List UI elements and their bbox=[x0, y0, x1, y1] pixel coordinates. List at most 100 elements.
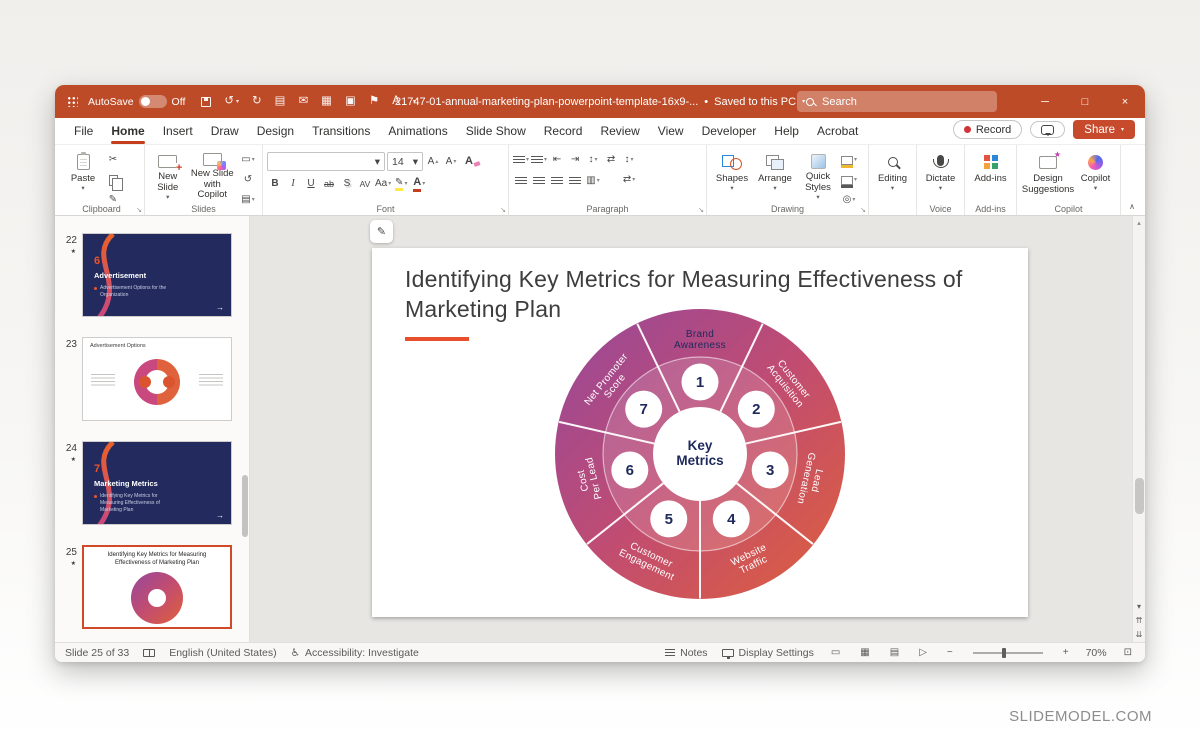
new-slide-copilot-button[interactable]: New Slide with Copilot bbox=[187, 149, 238, 203]
display-settings-button[interactable]: Display Settings bbox=[722, 647, 814, 659]
underline-button[interactable]: U bbox=[303, 176, 319, 192]
scroll-up-icon[interactable]: ▴ bbox=[1133, 219, 1145, 227]
italic-button[interactable]: I bbox=[285, 176, 301, 192]
zoom-slider[interactable] bbox=[973, 652, 1043, 654]
share-button[interactable]: Share▾ bbox=[1073, 120, 1135, 139]
layout-button[interactable]: ▭▾ bbox=[240, 152, 256, 168]
addins-button[interactable]: Add-ins bbox=[969, 149, 1012, 203]
align-left-button[interactable] bbox=[513, 173, 529, 189]
close-button[interactable]: × bbox=[1105, 85, 1145, 118]
new-slide-button[interactable]: New Slide ▾ bbox=[149, 149, 187, 203]
zoom-in-button[interactable]: + bbox=[1060, 647, 1072, 658]
character-spacing-button[interactable]: AV bbox=[357, 176, 373, 192]
reset-button[interactable]: ↺ bbox=[240, 172, 256, 188]
key-metrics-wheel[interactable]: 1BrandAwareness2CustomerAcquisition3Lead… bbox=[550, 304, 850, 604]
arrange-button[interactable]: Arrange ▾ bbox=[753, 149, 797, 203]
text-direction-button[interactable]: ⇄ bbox=[603, 152, 619, 168]
slide-25-editing-surface[interactable]: Identifying Key Metrics for Measuring Ef… bbox=[372, 248, 1028, 617]
canvas-scrollbar-thumb[interactable] bbox=[1135, 478, 1144, 514]
font-dialog-launcher[interactable]: ↘ bbox=[500, 206, 506, 214]
print-button[interactable]: ▤ bbox=[275, 96, 286, 108]
maximize-button[interactable]: □ bbox=[1065, 85, 1105, 118]
redo-button[interactable]: ↻ bbox=[252, 96, 262, 108]
proofing-button[interactable] bbox=[143, 649, 155, 657]
slide-sorter-view-button[interactable]: ▦ bbox=[857, 647, 872, 658]
collapse-ribbon-button[interactable]: ∧ bbox=[1129, 202, 1135, 211]
email-button[interactable]: ✉ bbox=[299, 96, 309, 108]
slideshow-view-button[interactable]: ▷ bbox=[916, 647, 930, 658]
record-button[interactable]: Record bbox=[953, 120, 1022, 139]
strikethrough-button[interactable]: ab bbox=[321, 176, 337, 192]
picture-button[interactable]: ▣ bbox=[345, 96, 356, 108]
fit-slide-button[interactable]: ⊡ bbox=[1121, 647, 1135, 658]
shape-fill-button[interactable]: ▾ bbox=[841, 152, 857, 168]
bullets-button[interactable]: ▾ bbox=[513, 152, 529, 168]
align-right-button[interactable] bbox=[549, 173, 565, 189]
previous-slide-button[interactable]: ⇈ bbox=[1136, 616, 1143, 625]
tab-developer[interactable]: Developer bbox=[693, 118, 766, 144]
numbering-button[interactable]: ▾ bbox=[531, 152, 547, 168]
tab-review[interactable]: Review bbox=[591, 118, 648, 144]
tab-home[interactable]: Home bbox=[102, 118, 153, 144]
grid-button[interactable]: ▦ bbox=[321, 96, 332, 108]
scroll-down-icon[interactable]: ▾ bbox=[1137, 602, 1141, 611]
saved-status[interactable]: Saved to this PC bbox=[714, 96, 796, 108]
dictate-button[interactable]: Dictate ▾ bbox=[921, 149, 960, 203]
slide-24-thumbnail[interactable]: 7 Marketing Metrics Identifying Key Metr… bbox=[82, 441, 232, 525]
undo-button[interactable]: ↺▾ bbox=[224, 96, 239, 108]
highlight-color-button[interactable]: ✎▾ bbox=[393, 176, 409, 192]
slide-25-thumbnail-selected[interactable]: Identifying Key Metrics for Measuring Ef… bbox=[82, 545, 232, 629]
flag-button[interactable]: ⚑ bbox=[369, 96, 379, 108]
tab-draw[interactable]: Draw bbox=[202, 118, 248, 144]
next-slide-button[interactable]: ⇊ bbox=[1136, 630, 1143, 639]
tab-design[interactable]: Design bbox=[248, 118, 303, 144]
paragraph-dialog-launcher[interactable]: ↘ bbox=[698, 206, 704, 214]
font-name-combo[interactable]: ▾ bbox=[267, 152, 385, 171]
design-suggestions-button[interactable]: Design Suggestions bbox=[1021, 149, 1075, 203]
thumbnail-scrollbar-thumb[interactable] bbox=[242, 475, 248, 537]
slide-22-thumbnail[interactable]: 6 Advertisement Advertisement Options fo… bbox=[82, 233, 232, 317]
clear-formatting-button[interactable]: A bbox=[461, 154, 477, 170]
tab-record[interactable]: Record bbox=[535, 118, 592, 144]
bold-button[interactable]: B bbox=[267, 176, 283, 192]
change-case-button[interactable]: Aa▾ bbox=[375, 176, 391, 192]
comments-button[interactable] bbox=[1030, 121, 1065, 138]
clipboard-dialog-launcher[interactable]: ↘ bbox=[136, 206, 142, 214]
line-spacing-button[interactable]: ↕▾ bbox=[585, 152, 601, 168]
slide-counter[interactable]: Slide 25 of 33 bbox=[65, 647, 129, 659]
zoom-out-button[interactable]: − bbox=[944, 647, 956, 658]
tab-slide-show[interactable]: Slide Show bbox=[457, 118, 535, 144]
tab-help[interactable]: Help bbox=[765, 118, 808, 144]
accessibility-button[interactable]: ♿Accessibility: Investigate bbox=[291, 647, 419, 659]
columns-button[interactable]: ▥▾ bbox=[585, 173, 601, 189]
font-color-button[interactable]: A▾ bbox=[411, 176, 427, 192]
tab-animations[interactable]: Animations bbox=[379, 118, 456, 144]
minimize-button[interactable]: ─ bbox=[1025, 85, 1065, 118]
increase-font-button[interactable]: A▴ bbox=[425, 154, 441, 170]
align-text-button[interactable]: ↕▾ bbox=[621, 152, 637, 168]
decrease-indent-button[interactable]: ⇤ bbox=[549, 152, 565, 168]
search-box[interactable]: Search bbox=[797, 91, 997, 112]
reading-view-button[interactable]: ▤ bbox=[887, 647, 902, 658]
copilot-button[interactable]: Copilot ▾ bbox=[1075, 149, 1116, 203]
slide-23-thumbnail[interactable]: Advertisement Options bbox=[82, 337, 232, 421]
editing-button[interactable]: Editing ▾ bbox=[873, 149, 912, 203]
decrease-font-button[interactable]: A▾ bbox=[443, 154, 459, 170]
notes-button[interactable]: Notes bbox=[665, 647, 707, 659]
paste-button[interactable]: Paste ▾ bbox=[63, 149, 103, 203]
autosave-toggle[interactable]: AutoSave Off bbox=[88, 95, 185, 108]
convert-smartart-button[interactable]: ⇄▾ bbox=[621, 172, 637, 188]
justify-button[interactable] bbox=[567, 173, 583, 189]
save-button[interactable] bbox=[201, 97, 211, 107]
autosave-switch-icon[interactable] bbox=[139, 95, 167, 108]
cut-button[interactable]: ✂ bbox=[105, 152, 121, 168]
tab-insert[interactable]: Insert bbox=[154, 118, 202, 144]
tab-transitions[interactable]: Transitions bbox=[303, 118, 379, 144]
shapes-button[interactable]: Shapes ▾ bbox=[711, 149, 753, 203]
drawing-dialog-launcher[interactable]: ↘ bbox=[860, 206, 866, 214]
thumbnail-scrollbar[interactable] bbox=[242, 216, 248, 642]
increase-indent-button[interactable]: ⇥ bbox=[567, 152, 583, 168]
shape-outline-button[interactable]: ▾ bbox=[841, 172, 857, 188]
align-center-button[interactable] bbox=[531, 173, 547, 189]
zoom-level[interactable]: 70% bbox=[1086, 647, 1107, 659]
